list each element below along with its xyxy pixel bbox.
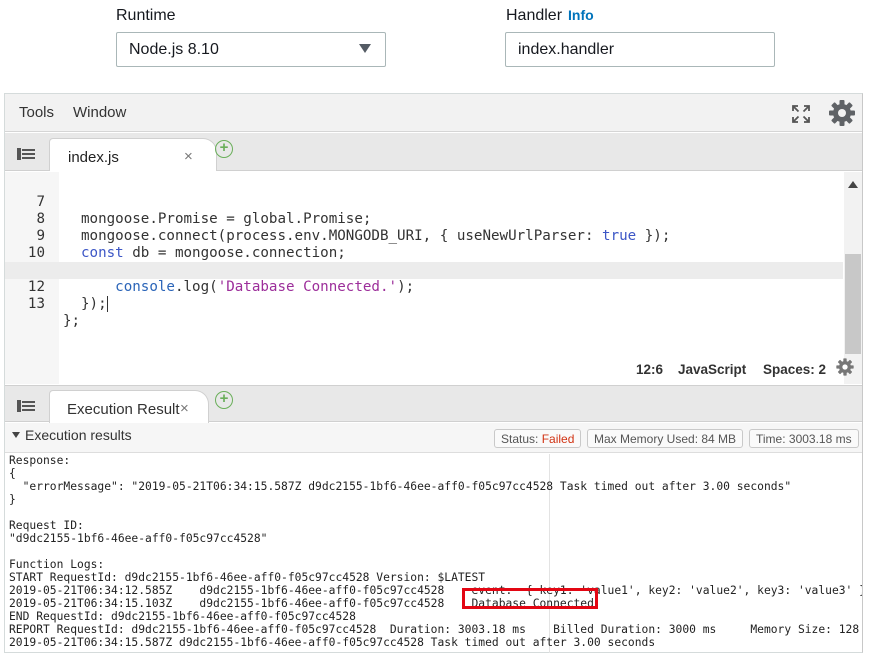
editor-tabstrip: index.js × + bbox=[5, 133, 862, 171]
handler-info-link[interactable]: Info bbox=[568, 7, 594, 23]
runtime-select[interactable]: Node.js 8.10 bbox=[116, 32, 386, 67]
tab-label: Execution Result bbox=[67, 401, 180, 418]
caret-down-icon bbox=[12, 432, 20, 438]
close-icon[interactable]: × bbox=[180, 400, 189, 417]
log-line: "d9dc2155-1bf6-46ee-aff0-f05c97cc4528" bbox=[9, 532, 268, 545]
time-badge: Time: 3003.18 ms bbox=[749, 429, 859, 448]
editor-settings-gear-icon[interactable] bbox=[835, 357, 855, 377]
scroll-up-icon[interactable] bbox=[848, 181, 858, 188]
memory-badge: Max Memory Used: 84 MB bbox=[587, 429, 744, 448]
log-line: REPORT RequestId: d9dc2155-1bf6-46ee-aff… bbox=[9, 623, 862, 636]
runtime-value: Node.js 8.10 bbox=[129, 41, 219, 58]
indent-spaces[interactable]: Spaces: 2 bbox=[763, 362, 826, 377]
menu-tools[interactable]: Tools bbox=[19, 104, 54, 121]
add-tab-icon[interactable]: + bbox=[215, 140, 233, 158]
code-line: 8 mongoose.connect(process.env.MONGODB_U… bbox=[36, 211, 671, 244]
log-line: } bbox=[9, 493, 16, 506]
ide-menubar: Tools Window bbox=[5, 94, 862, 132]
fullscreen-icon[interactable] bbox=[791, 104, 811, 124]
log-line: "errorMessage": "2019-05-21T06:34:15.587… bbox=[9, 480, 792, 493]
tab-label: index.js bbox=[68, 149, 119, 166]
code-line: 7 mongoose.Promise = global.Promise; bbox=[36, 194, 372, 227]
execution-results-toggle[interactable]: Execution results bbox=[12, 427, 132, 443]
database-connected-highlight bbox=[462, 588, 598, 609]
menu-window[interactable]: Window bbox=[73, 104, 126, 121]
tab-menu-icon[interactable] bbox=[17, 148, 35, 160]
code-area[interactable]: 7 mongoose.Promise = global.Promise; 8 m… bbox=[5, 172, 862, 384]
status-badge: Status: Failed bbox=[494, 429, 582, 448]
add-tab-icon[interactable]: + bbox=[215, 391, 233, 409]
log-line: START RequestId: d9dc2155-1bf6-46ee-aff0… bbox=[9, 571, 486, 584]
scroll-thumb[interactable] bbox=[845, 254, 861, 354]
cursor-position[interactable]: 12:6 bbox=[636, 362, 663, 377]
close-icon[interactable]: × bbox=[184, 148, 193, 165]
log-line: END RequestId: d9dc2155-1bf6-46ee-aff0-f… bbox=[9, 610, 356, 623]
log-line: Response: bbox=[9, 454, 71, 467]
execution-results-header: Execution results Status: Failed Max Mem… bbox=[5, 423, 862, 453]
result-tabstrip: Execution Result × + bbox=[5, 385, 862, 423]
execution-log[interactable]: Response: { "errorMessage": "2019-05-21T… bbox=[5, 454, 862, 653]
runtime-label: Runtime bbox=[116, 7, 176, 24]
language-mode[interactable]: JavaScript bbox=[678, 362, 746, 377]
tab-execution-result[interactable]: Execution Result × bbox=[49, 390, 209, 423]
code-editor-ide: Tools Window index.js × + 7 mongoose.Pro… bbox=[4, 93, 863, 653]
log-line: 2019-05-21T06:34:15.587Z d9dc2155-1bf6-4… bbox=[9, 636, 656, 649]
gear-icon[interactable] bbox=[827, 98, 857, 128]
handler-label-group: Handler Info bbox=[506, 7, 594, 25]
handler-label: Handler bbox=[506, 7, 563, 24]
code-line: 9 const db = mongoose.connection; bbox=[36, 228, 346, 261]
log-line: 2019-05-21T06:34:12.585Z d9dc2155-1bf6-4… bbox=[9, 584, 862, 597]
tab-menu-icon[interactable] bbox=[17, 400, 35, 412]
log-line: Request ID: bbox=[9, 519, 84, 532]
handler-input[interactable] bbox=[505, 32, 775, 67]
tab-index-js[interactable]: index.js × bbox=[49, 138, 217, 171]
chevron-down-icon bbox=[359, 44, 371, 53]
code-line: 13 }; bbox=[27, 296, 81, 329]
log-line: { bbox=[9, 467, 16, 480]
code-line-active: 12 }); bbox=[5, 262, 843, 312]
code-line: 11 console.log('Database Connected.'); bbox=[28, 262, 415, 295]
log-line: Function Logs: bbox=[9, 558, 105, 571]
editor-scrollbar[interactable] bbox=[844, 172, 862, 384]
code-line: 10 db.once('open', function () { bbox=[27, 245, 329, 278]
